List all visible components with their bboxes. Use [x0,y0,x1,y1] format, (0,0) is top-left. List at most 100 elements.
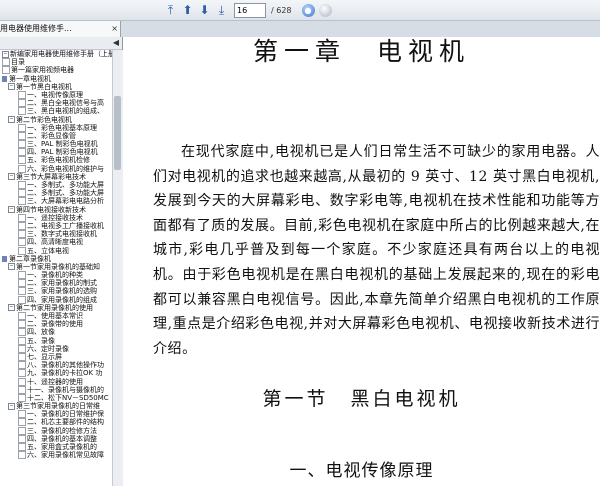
tree-item[interactable]: 六、定时录像 [0,344,112,353]
tree-item-label: 五、彩色电视机检修 [27,156,90,165]
page-icon [18,230,26,239]
tree-item[interactable]: 二、录像带的使用 [0,320,112,329]
last-page-icon[interactable]: ⤓ [214,3,229,18]
tree-item[interactable]: 二、黑白全电视信号与高 [0,99,112,108]
tree-item[interactable]: 五、立体电视 [0,246,112,255]
page-icon [18,320,26,329]
tree-item[interactable]: 二、机芯主要部件的结构 [0,418,112,427]
page-icon [18,344,26,353]
tree-item[interactable]: 十一、录像机与摄像机的 [0,385,112,394]
tree-item[interactable]: − 第三节大屏幕彩电技术 [0,173,112,181]
tree-item[interactable]: 八、录像机的其他操作功 [0,361,112,370]
page-icon [18,164,26,173]
tree-item[interactable]: 三、数字式电视接收机 [0,230,112,239]
go-icon[interactable]: ● [301,3,315,17]
tree-item[interactable]: 一、使用基本常识 [0,312,112,320]
tree-item[interactable]: 七、显示屏 [0,352,112,361]
tree-item-label: 八、录像机的其他操作功 [27,361,104,370]
page-icon [18,123,26,132]
tree-item-label: 一、彩色电视基本原理 [27,123,97,132]
tree-item-label: 第一章电视机 [9,74,51,83]
tree-item[interactable]: 五、彩色电视机检修 [0,156,112,165]
first-page-icon[interactable]: ⤒ [163,3,178,18]
book-icon [2,255,7,262]
page-icon [18,377,26,386]
page-icon [18,189,26,198]
tree-item[interactable]: − 第四节电视接收新技术 [0,206,112,214]
tree-item[interactable]: 六、彩色电视机的维护与 [0,164,112,173]
tree-item[interactable]: 三、录像机的检修方法 [0,426,112,435]
page-icon [18,443,26,451]
sidebar-header: ◀ [0,37,122,50]
page-icon [18,213,26,222]
tree-item[interactable]: 四、录像机的基本调整 [0,434,112,443]
tree-item[interactable]: − 第一节家用录像机的基础知 [0,263,112,271]
tree-item[interactable]: − 第三节家用录像机的日常维 [0,402,112,410]
collapse-toggle-icon: − [8,173,15,181]
blank-circle-icon[interactable] [318,3,332,17]
up-arrow-icon[interactable]: ⬆ [180,3,195,18]
tree-item[interactable]: 第二章录像机 [0,255,112,263]
document-tab[interactable]: 用电器使用维修手... × [0,21,121,37]
tree-item[interactable]: 六、家用录像机常见故障 [0,451,112,460]
tree-item[interactable]: 二、家用录像机的制式 [0,279,112,288]
page-total: / 628 [271,5,292,15]
tree-item[interactable]: 九、录像机的卡拉OK 功 [0,369,112,378]
tree-item[interactable]: 一、多制式、多功能大屏 [0,181,112,189]
tree-item[interactable]: 一、彩色电视基本原理 [0,123,112,132]
tree-item[interactable]: 三、家用录像机的选购 [0,287,112,296]
tree-item[interactable]: 三、PAL 制彩色电视机 [0,140,112,149]
tree-item[interactable]: 第一篇家用视频电器 [0,66,112,75]
tree-item[interactable]: 一、遥控接收技术 [0,213,112,222]
sidebar-scrollbar[interactable] [112,50,123,486]
tree-item[interactable]: 二、电视多工广播接收机 [0,221,112,230]
down-arrow-icon[interactable]: ⬇ [197,3,212,18]
tab-title: 用电器使用维修手... [0,24,72,33]
tree-item[interactable]: 五、家用盒式录像机的 [0,443,112,451]
tree-item[interactable]: 二、多制式、多功能大屏 [0,189,112,198]
collapse-sidebar-icon[interactable]: ◀ [113,38,119,47]
scrollbar-thumb[interactable] [114,96,121,170]
tree-item[interactable]: 四、PAL 制彩色电视机 [0,148,112,157]
collapse-toggle-icon: − [8,402,15,410]
tree-item[interactable]: 目录 [0,58,112,67]
tree-item[interactable]: 三、黑白电视机的组成、 [0,107,112,116]
close-icon[interactable]: × [111,21,118,37]
tree-item[interactable]: 一、录像机的日常维护保 [0,410,112,419]
tree-item[interactable]: 一、电视传像原理 [0,90,112,99]
tree-item[interactable]: 四、高清晰度电视 [0,238,112,247]
page-icon [18,279,26,288]
page-icon [18,271,26,280]
tree-item-label: 第四节电视接收新技术 [16,205,86,214]
tree-item-label: 第一节家用录像机的基础知 [16,262,100,271]
tree-item[interactable]: 四、放像 [0,328,112,337]
tree-item[interactable]: 第一章电视机 [0,75,112,83]
tree-item[interactable]: − 第一节黑白电视机 [0,83,112,91]
tree-item[interactable]: 十、遥控器的使用 [0,377,112,386]
book-icon [2,75,7,82]
tree-item[interactable]: 五、录像 [0,336,112,345]
tree-item[interactable]: 四、家用录像机的组成 [0,295,112,304]
tree-item[interactable]: − 新编家用电器使用维修手册（上册 [0,50,112,58]
tree-item-label: 四、家用录像机的组成 [27,295,97,304]
document-page: 第一章 电视机 在现代家庭中,电视机已是人们日常生活不可缺少的家用电器。人们对电… [123,37,600,486]
tree-item[interactable]: 三、大屏幕彩电电路分析 [0,197,112,206]
tree-item[interactable]: 一、录像机的种类 [0,271,112,280]
tree-item[interactable]: 十二、松下NV－SD50MC [0,393,112,402]
page-number-input[interactable] [234,2,266,18]
tree-item[interactable]: − 第二节家用录像机的使用 [0,304,112,312]
tree-item-label: 一、多制式、多功能大屏 [27,181,104,189]
tree-item-label: 三、数字式电视接收机 [27,230,97,239]
page-icon [18,393,26,402]
tree-item-label: 三、录像机的检修方法 [27,426,97,435]
page-icon [2,58,10,67]
page-icon [18,107,26,116]
page-icon [18,238,26,247]
page-icon [18,369,26,378]
tree-item-label: 六、彩色电视机的维护与 [27,164,104,173]
page-icon [18,410,26,419]
tree-item[interactable]: − 第二节彩色电视机 [0,116,112,124]
tree-item[interactable]: 二、彩色显像管 [0,131,112,140]
tree-item-label: 目录 [11,58,25,67]
tree-item-label: 第三节家用录像机的日常维 [16,402,100,411]
